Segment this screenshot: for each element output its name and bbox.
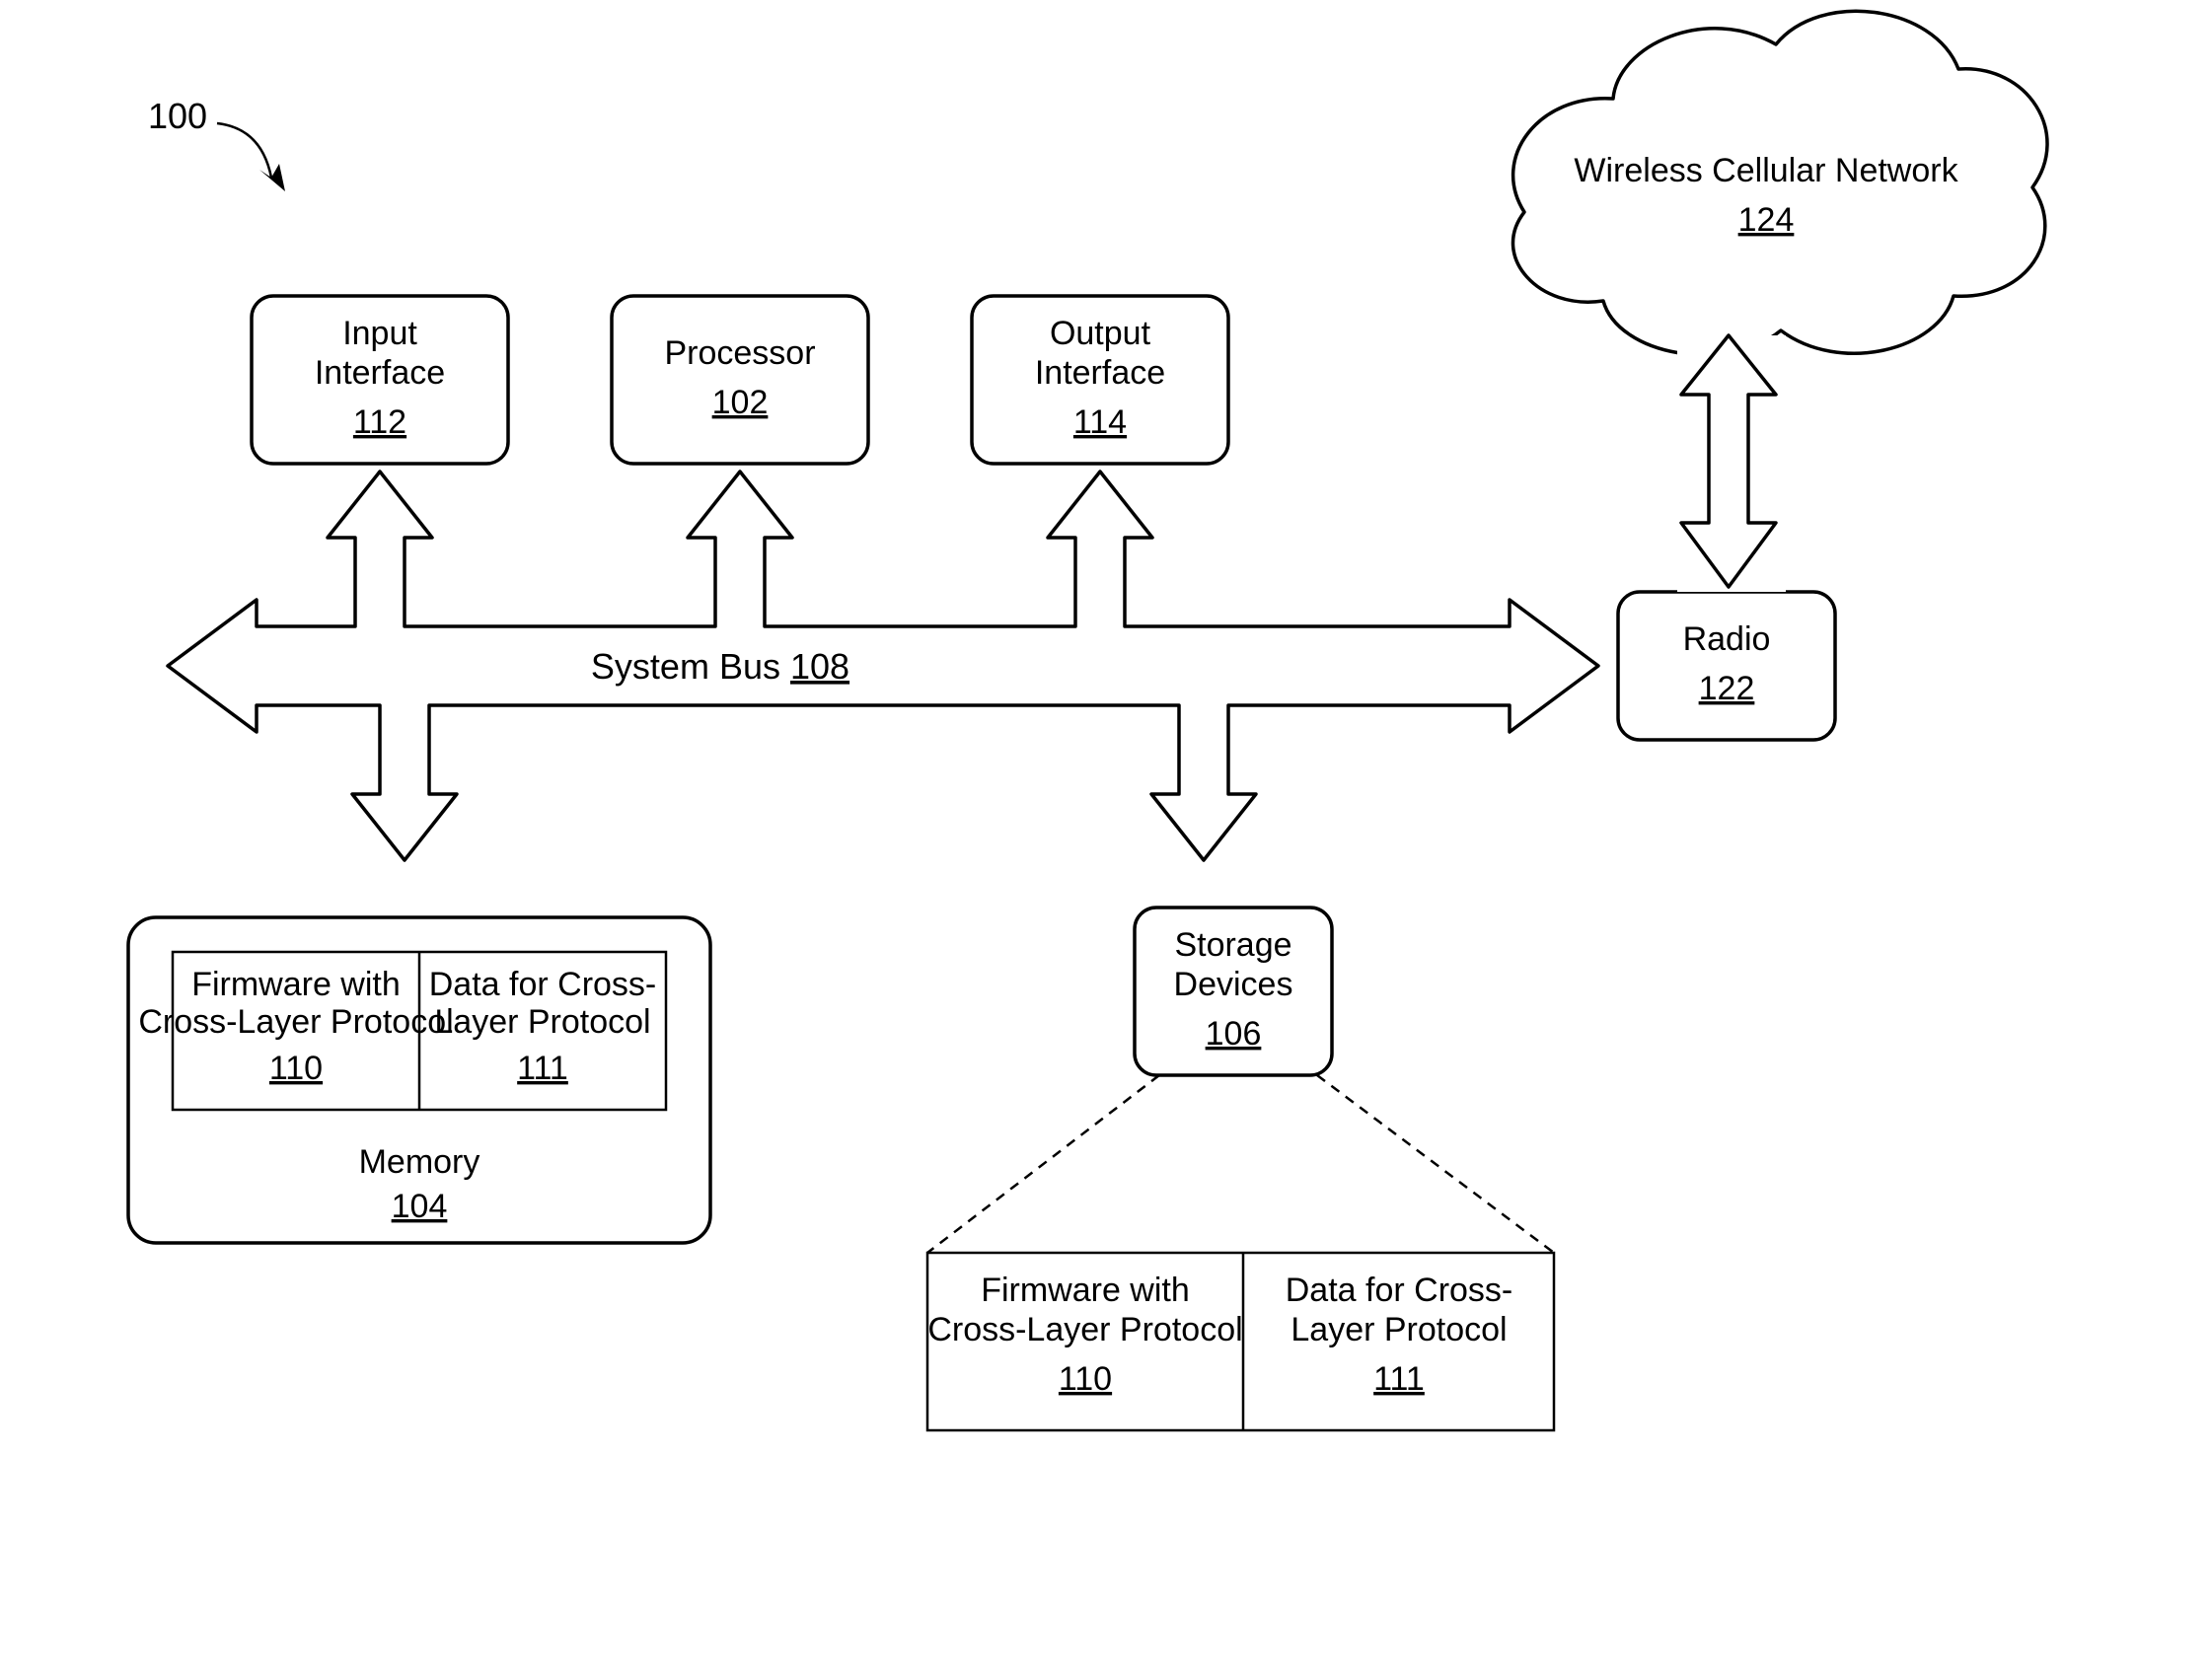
system-bus bbox=[168, 472, 1598, 860]
mem-fw-l2: Cross-Layer Protocol bbox=[138, 1003, 453, 1041]
st-data-ref: 111 bbox=[1373, 1360, 1425, 1398]
box-radio bbox=[1618, 592, 1835, 740]
st-data-l2: Layer Protocol bbox=[1290, 1311, 1507, 1348]
input-ref: 112 bbox=[353, 403, 406, 441]
network-ref: 124 bbox=[1738, 201, 1795, 239]
mem-fw-ref: 110 bbox=[269, 1050, 323, 1087]
st-fw-l1: Firmware with bbox=[981, 1272, 1190, 1309]
proc-ref: 102 bbox=[712, 384, 769, 421]
mem-data-l2: Layer Protocol bbox=[434, 1003, 650, 1041]
memory-label: Memory bbox=[359, 1143, 480, 1181]
storage-ref: 106 bbox=[1206, 1015, 1262, 1053]
storage-l1: Storage bbox=[1174, 926, 1291, 964]
network-label: Wireless Cellular Network bbox=[1574, 152, 1958, 189]
mem-fw-l1: Firmware with bbox=[191, 966, 401, 1003]
input-label1: Input bbox=[342, 315, 417, 352]
memory-ref: 104 bbox=[392, 1188, 448, 1225]
figure-arrow-tail bbox=[217, 123, 271, 178]
mem-data-ref: 111 bbox=[517, 1050, 568, 1087]
radio-label1: Radio bbox=[1683, 620, 1771, 658]
box-processor bbox=[612, 296, 868, 464]
st-data-l1: Data for Cross- bbox=[1286, 1272, 1513, 1309]
bus-label: System Bus 108 bbox=[591, 646, 849, 687]
proc-label1: Processor bbox=[664, 334, 815, 372]
figure-number: 100 bbox=[148, 96, 207, 136]
output-label1: Output bbox=[1050, 315, 1151, 352]
input-label2: Interface bbox=[315, 354, 445, 392]
st-fw-l2: Cross-Layer Protocol bbox=[927, 1311, 1242, 1348]
st-fw-ref: 110 bbox=[1059, 1360, 1112, 1398]
radio-ref: 122 bbox=[1699, 670, 1755, 707]
diagram: Wireless Cellular Network 124 Input Inte… bbox=[0, 0, 2212, 1673]
output-label2: Interface bbox=[1035, 354, 1165, 392]
mem-data-l1: Data for Cross- bbox=[429, 966, 657, 1003]
output-ref: 114 bbox=[1073, 403, 1127, 441]
figure-arrowhead bbox=[259, 164, 285, 191]
storage-expand-left bbox=[927, 1075, 1159, 1253]
storage-l2: Devices bbox=[1174, 966, 1293, 1003]
storage-expand-right bbox=[1317, 1075, 1554, 1253]
